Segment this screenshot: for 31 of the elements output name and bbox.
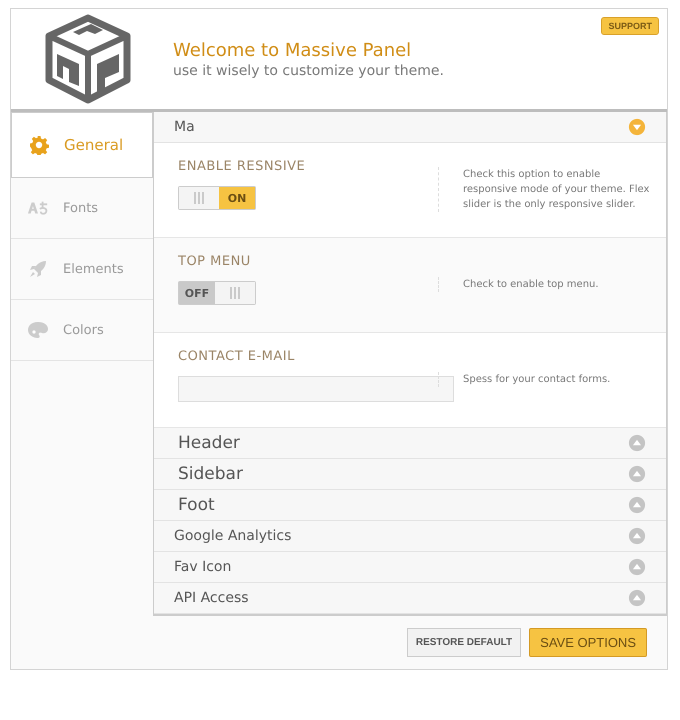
sidebar-label: Colors <box>63 322 104 338</box>
option-description: Check to enable top menu. <box>438 276 650 292</box>
option-label: TOP MENU <box>178 254 252 269</box>
sidebar-label: Elements <box>63 262 124 276</box>
support-button[interactable]: SUPPORT <box>601 17 659 35</box>
sidebar-label: Fonts <box>63 200 98 216</box>
rocket-icon <box>27 259 49 279</box>
toggle-switch[interactable]: OFF <box>178 281 256 305</box>
restore-default-button[interactable]: RESTORE DEFAULT <box>406 628 522 657</box>
section-header[interactable]: Header <box>154 428 666 459</box>
option-description: Spess for your contact forms. <box>438 372 650 386</box>
section-header[interactable]: Sidebar <box>154 459 666 490</box>
gear-icon <box>28 135 50 155</box>
option-label: CONTACT E-MAIL <box>178 349 296 364</box>
sidebar-label: General <box>64 136 124 154</box>
grip-icon <box>230 287 240 299</box>
email-input-field[interactable] <box>178 376 454 402</box>
save-options-button[interactable]: SAVE OPTIONS <box>529 628 647 657</box>
toggle-switch[interactable]: ON <box>178 186 256 210</box>
grip-icon <box>194 192 204 204</box>
section-header[interactable]: Foot <box>154 490 666 521</box>
section-header[interactable]: Ma <box>154 112 666 143</box>
option-label: ENABLE RESNSIVE <box>178 159 306 174</box>
option-description: Check this option to enable responsive mode of your theme. Flex slider is the only responsive slider. <box>438 166 650 212</box>
palette-icon <box>27 320 49 340</box>
section-header[interactable]: API Access <box>154 583 666 614</box>
section-header[interactable]: Fav Icon <box>154 552 666 583</box>
section-header[interactable]: Google Analytics <box>154 521 666 552</box>
cube-logo-icon <box>43 14 133 104</box>
panel-subtitle: use it wisely to customize your theme. <box>173 62 444 78</box>
panel-title: Welcome to Massive Panel <box>173 40 412 60</box>
